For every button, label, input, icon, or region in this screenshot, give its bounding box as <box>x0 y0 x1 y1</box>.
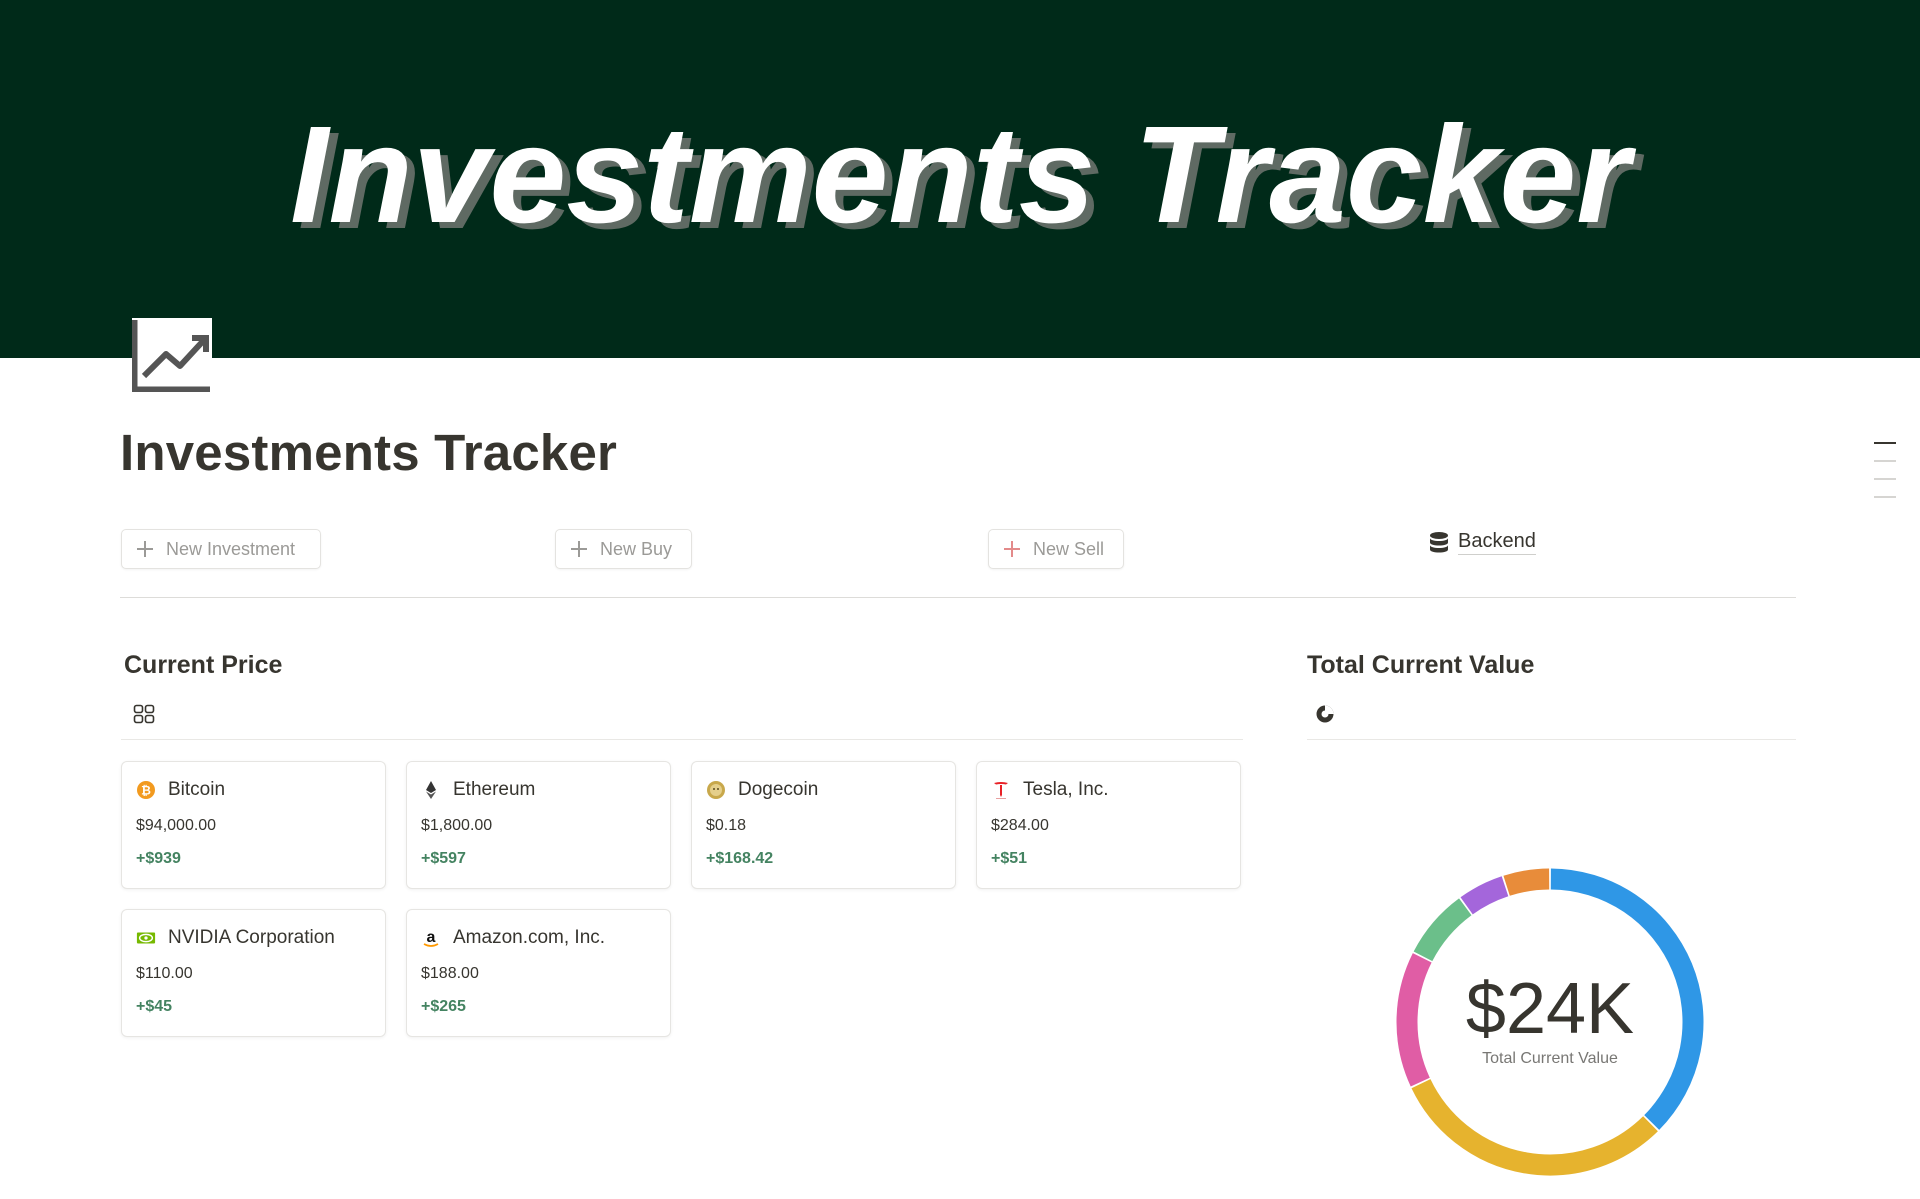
card-name: Ethereum <box>453 779 536 800</box>
svg-text:₿: ₿ <box>141 784 151 798</box>
new-investment-button[interactable]: New Investment <box>121 529 321 569</box>
card-change: +$597 <box>421 850 466 867</box>
cover-banner-text: Investments Tracker Investments Tracker <box>290 98 1644 258</box>
card-name: Bitcoin <box>168 779 226 800</box>
divider <box>120 597 1796 598</box>
donut-slice-5[interactable] <box>1503 868 1550 896</box>
database-icon <box>1430 531 1448 552</box>
card-change: +$265 <box>421 998 466 1015</box>
card-name: Dogecoin <box>738 779 819 800</box>
gallery-card[interactable]: Ethereum $1,800.00 +$597 <box>406 761 671 889</box>
ethereum-icon <box>421 780 441 800</box>
donut-center-label: Total Current Value <box>1482 1050 1618 1067</box>
donut-slice-3[interactable] <box>1413 898 1472 962</box>
pie-chart-icon[interactable] <box>1314 703 1336 725</box>
cover-banner: Investments Tracker Investments Tracker <box>0 0 1920 358</box>
donut-slice-4[interactable] <box>1460 876 1509 915</box>
view-bar-divider <box>1307 739 1796 740</box>
dogecoin-icon <box>706 780 726 800</box>
new-sell-button[interactable]: New Sell <box>988 529 1124 569</box>
page-title: Investments Tracker <box>120 424 618 481</box>
new-buy-label: New Buy <box>600 538 673 559</box>
card-change: +$45 <box>136 998 173 1015</box>
toc-item[interactable] <box>1874 496 1896 498</box>
card-price: $1,800.00 <box>421 817 493 834</box>
card-change: +$939 <box>136 850 181 867</box>
gallery-card[interactable]: Tesla, Inc. $284.00 +$51 <box>976 761 1241 889</box>
gallery-card[interactable]: a Amazon.com, Inc. $188.00 +$265 <box>406 909 671 1037</box>
toc-item[interactable] <box>1874 442 1896 444</box>
current-price-title: Current Price <box>124 651 283 679</box>
backend-label: Backend <box>1458 530 1536 555</box>
card-name: NVIDIA Corporation <box>168 927 335 948</box>
tesla-icon <box>991 780 1011 800</box>
total-current-value-title: Total Current Value <box>1307 651 1535 679</box>
card-change: +$168.42 <box>706 850 774 867</box>
card-price: $284.00 <box>991 817 1049 834</box>
svg-text:Investments Tracker: Investments Tracker <box>290 98 1636 252</box>
card-price: $94,000.00 <box>136 817 217 834</box>
line-chart-icon[interactable] <box>132 318 212 392</box>
new-sell-label: New Sell <box>1033 538 1105 559</box>
view-bar-divider <box>121 739 1243 740</box>
card-name: Amazon.com, Inc. <box>453 927 606 948</box>
gallery-card[interactable]: Dogecoin $0.18 +$168.42 <box>691 761 956 889</box>
amazon-icon: a <box>421 928 441 948</box>
new-investment-label: New Investment <box>166 538 296 559</box>
plus-icon <box>137 541 153 557</box>
gallery-card[interactable]: NVIDIA Corporation $110.00 +$45 <box>121 909 386 1037</box>
donut-slice-1[interactable] <box>1411 1079 1658 1176</box>
card-price: $110.00 <box>136 965 193 982</box>
donut-center-value: $24K <box>1465 969 1635 1049</box>
toc-item[interactable] <box>1874 478 1896 480</box>
new-buy-button[interactable]: New Buy <box>555 529 692 569</box>
backend-link[interactable]: Backend <box>1428 530 1536 555</box>
toc-item[interactable] <box>1874 460 1896 462</box>
card-change: +$51 <box>991 850 1028 867</box>
bitcoin-icon: ₿ <box>136 780 156 800</box>
card-price: $188.00 <box>421 965 479 982</box>
card-name: Tesla, Inc. <box>1023 779 1109 800</box>
gallery-view-icon[interactable] <box>133 703 155 725</box>
svg-text:a: a <box>427 929 436 946</box>
plus-icon <box>571 541 587 557</box>
card-price: $0.18 <box>706 817 747 834</box>
nvidia-icon <box>136 928 156 948</box>
plus-icon <box>1004 541 1020 557</box>
gallery-card[interactable]: ₿ Bitcoin $94,000.00 +$939 <box>121 761 386 889</box>
gallery: ₿ Bitcoin $94,000.00 +$939 Ethereum $1,8… <box>121 761 1243 1037</box>
table-of-contents[interactable] <box>1874 442 1896 514</box>
